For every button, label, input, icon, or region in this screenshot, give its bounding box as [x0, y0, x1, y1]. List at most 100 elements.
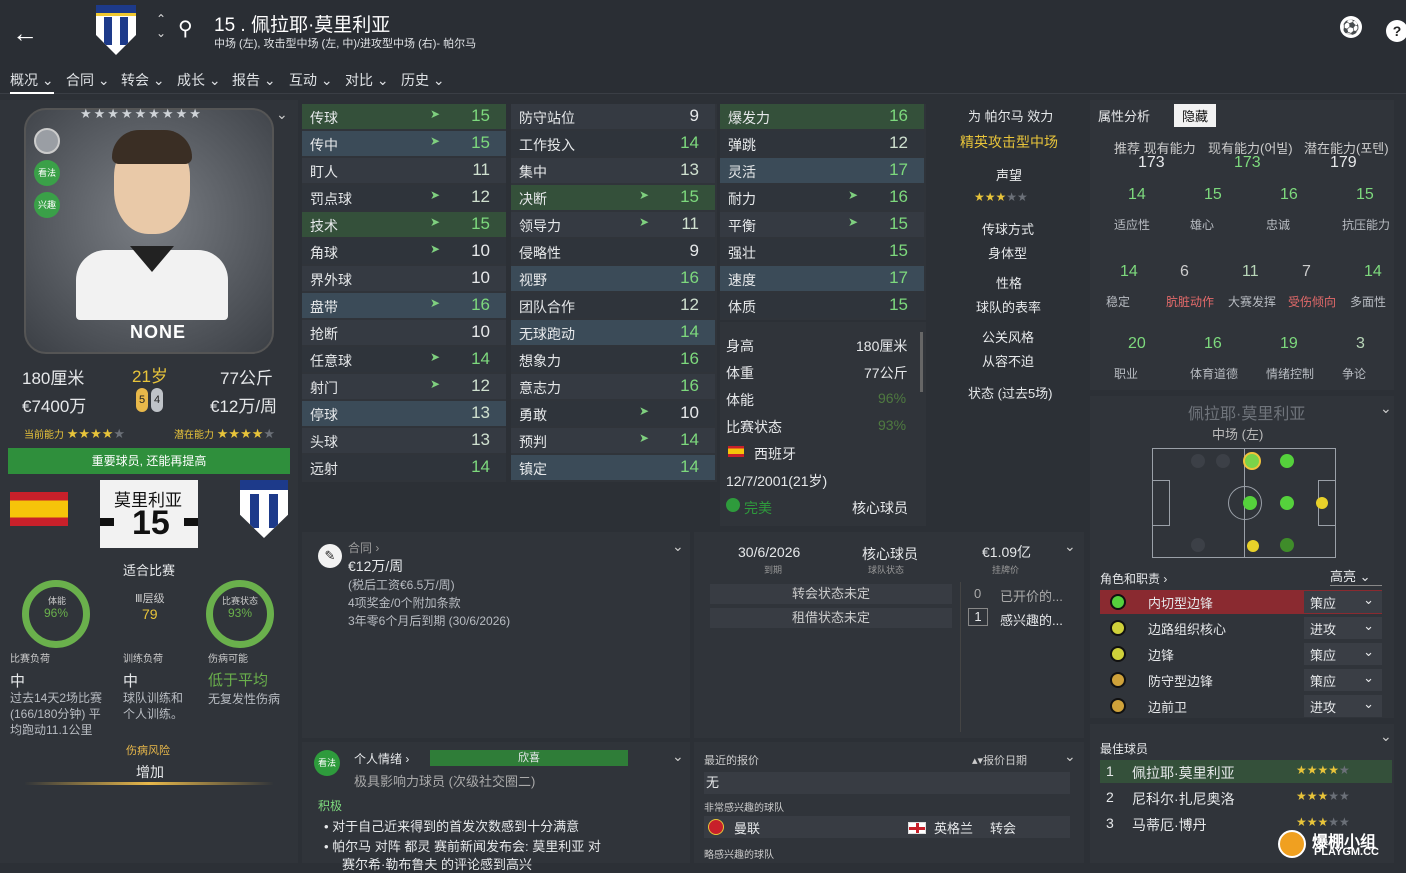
edit-icon[interactable]: ✎ [318, 544, 342, 568]
info-weight-value: 77公斤 [864, 365, 908, 381]
attr-value: 14 [680, 322, 699, 341]
mental-row[interactable]: 无球跑动 14 [511, 320, 715, 345]
offer-date-label[interactable]: ▴▾报价日期 [972, 752, 1027, 768]
help-icon[interactable]: ? [1386, 20, 1406, 42]
attr-value: 10 [471, 322, 490, 341]
mental-row[interactable]: 领导力 ➤ 11 [511, 212, 715, 237]
contract-title[interactable]: 合同 › [348, 539, 379, 556]
pitch-collapse-icon[interactable]: ⌄ [1380, 400, 1392, 417]
tab-hidden[interactable]: 隐藏 [1174, 104, 1217, 127]
info-nation: 西班牙 [754, 446, 796, 462]
tech-row[interactable]: 停球 13 [302, 401, 506, 426]
best-collapse-icon[interactable]: ⌄ [1380, 728, 1392, 745]
mental-row[interactable]: 集中 13 [511, 158, 715, 183]
ball-icon[interactable]: ⚽ [1340, 16, 1362, 38]
tech-row[interactable]: 传中 ➤ 15 [302, 131, 506, 156]
role-row[interactable]: 边路组织核心 进攻 ⌄ [1100, 616, 1382, 640]
mental-row[interactable]: 镇定 14 [511, 455, 715, 480]
wage-text: €12万/周 [210, 397, 278, 416]
attr-name: 侵略性 [519, 245, 561, 261]
tab-attr-analysis[interactable]: 属性分析 [1098, 106, 1150, 125]
attr-value: 12 [471, 376, 490, 395]
phys-row[interactable]: 耐力 ➤ 16 [720, 185, 924, 210]
mental-row[interactable]: 防守站位 9 [511, 104, 715, 129]
highlight-select[interactable]: 高亮 ⌄ [1330, 566, 1382, 586]
tab-reports[interactable]: 报告 ⌄ [232, 70, 276, 90]
tech-row[interactable]: 罚点球 ➤ 12 [302, 185, 506, 210]
phys-row[interactable]: 灵活 17 [720, 158, 924, 183]
search-icon[interactable]: ⚲ [178, 16, 193, 41]
best-row-2[interactable]: 2 尼科尔·扎尼奥洛 ★★★★★ [1100, 786, 1392, 809]
duty-select[interactable]: 策应 ⌄ [1304, 643, 1382, 665]
mental-row[interactable]: 侵略性 9 [511, 239, 715, 264]
interest-badge[interactable]: 兴趣 [34, 192, 60, 218]
tech-row[interactable]: 技术 ➤ 15 [302, 212, 506, 237]
role-row[interactable]: 内切型边锋 策应 ⌄ [1100, 590, 1382, 614]
tab-development[interactable]: 成长 ⌄ [177, 70, 221, 90]
attr-name: 视野 [519, 272, 547, 288]
current-ability-value: 173 [1234, 154, 1261, 171]
tab-history[interactable]: 历史 ⌄ [401, 70, 445, 90]
pos-dot [1280, 454, 1294, 468]
back-arrow-icon[interactable]: ← [12, 18, 38, 49]
mental-row[interactable]: 预判 ➤ 14 [511, 428, 715, 453]
hidden-attr-value: 7 [1302, 263, 1311, 280]
tab-compare[interactable]: 对比 ⌄ [345, 70, 389, 90]
best-row-1[interactable]: 1 佩拉耶·莫里利亚 ★★★★★ [1100, 760, 1392, 783]
phys-row[interactable]: 平衡 ➤ 15 [720, 212, 924, 237]
phys-row[interactable]: 速度 17 [720, 266, 924, 291]
tab-transfer[interactable]: 转会 ⌄ [121, 70, 165, 90]
role-row[interactable]: 边前卫 进攻 ⌄ [1100, 694, 1382, 718]
tab-overview[interactable]: 概况 ⌄ [10, 70, 54, 94]
tech-row[interactable]: 界外球 10 [302, 266, 506, 291]
tech-row[interactable]: 盯人 11 [302, 158, 506, 183]
offers-collapse-icon[interactable]: ⌄ [1064, 748, 1076, 765]
duty-select[interactable]: 进攻 ⌄ [1304, 695, 1382, 717]
tab-interaction[interactable]: 互动 ⌄ [289, 70, 333, 90]
loan-status-row[interactable]: 租借状态未定 [710, 608, 952, 628]
prev-next-chevrons-icon[interactable]: ⌃ ⌄ [156, 12, 166, 40]
role-row[interactable]: 边锋 策应 ⌄ [1100, 642, 1382, 666]
transfer-collapse-icon[interactable]: ⌄ [1064, 538, 1076, 555]
feelings-collapse-icon[interactable]: ⌄ [672, 748, 684, 765]
mental-row[interactable]: 决断 ➤ 15 [511, 185, 715, 210]
mental-row[interactable]: 工作投入 14 [511, 131, 715, 156]
tech-row[interactable]: 射门 ➤ 12 [302, 374, 506, 399]
duty-select[interactable]: 策应 ⌄ [1304, 591, 1382, 613]
transfer-status-row[interactable]: 转会状态未定 [710, 584, 952, 604]
tech-row[interactable]: 传球 ➤ 15 [302, 104, 506, 129]
player-positions: 中场 (左), 攻击型中场 (左, 中)/进攻型中场 (右)- 帕尔马 [214, 38, 477, 50]
tech-row[interactable]: 盘带 ➤ 16 [302, 293, 506, 318]
interested-label[interactable]: 感兴趣的... [1000, 610, 1063, 629]
duty-label: 策应 [1310, 648, 1337, 663]
offers-label[interactable]: 已开价的... [1000, 586, 1063, 605]
tech-row[interactable]: 远射 14 [302, 455, 506, 480]
tab-contract[interactable]: 合同 ⌄ [66, 70, 110, 90]
collapse-chevron-icon[interactable]: ⌄ [276, 106, 288, 123]
phys-row[interactable]: 弹跳 12 [720, 131, 924, 156]
mental-row[interactable]: 团队合作 12 [511, 293, 715, 318]
potential-ability: 潜在能力 ★★★★★ [174, 426, 276, 441]
tech-row[interactable]: 头球 13 [302, 428, 506, 453]
england-flag-icon [908, 822, 926, 834]
contract-collapse-icon[interactable]: ⌄ [672, 538, 684, 555]
mental-row[interactable]: 意志力 16 [511, 374, 715, 399]
watch-badge[interactable]: 看法 [34, 160, 60, 186]
mental-row[interactable]: 视野 16 [511, 266, 715, 291]
phys-row[interactable]: 爆发力 16 [720, 104, 924, 129]
phys-row[interactable]: 体质 15 [720, 293, 924, 318]
duty-select[interactable]: 策应 ⌄ [1304, 669, 1382, 691]
roles-label[interactable]: 角色和职责 › [1100, 570, 1167, 587]
info-scrollbar[interactable] [920, 332, 923, 392]
phys-row[interactable]: 强壮 15 [720, 239, 924, 264]
info-height-value: 180厘米 [856, 338, 908, 354]
feelings-title[interactable]: 个人情绪 › [354, 750, 409, 767]
mental-row[interactable]: 勇敢 ➤ 10 [511, 401, 715, 426]
tech-row[interactable]: 抢断 10 [302, 320, 506, 345]
club-row[interactable]: 曼联 英格兰 转会 [704, 816, 1070, 838]
duty-select[interactable]: 进攻 ⌄ [1304, 617, 1382, 639]
role-row[interactable]: 防守型边锋 策应 ⌄ [1100, 668, 1382, 692]
tech-row[interactable]: 任意球 ➤ 14 [302, 347, 506, 372]
mental-row[interactable]: 想象力 16 [511, 347, 715, 372]
tech-row[interactable]: 角球 ➤ 10 [302, 239, 506, 264]
